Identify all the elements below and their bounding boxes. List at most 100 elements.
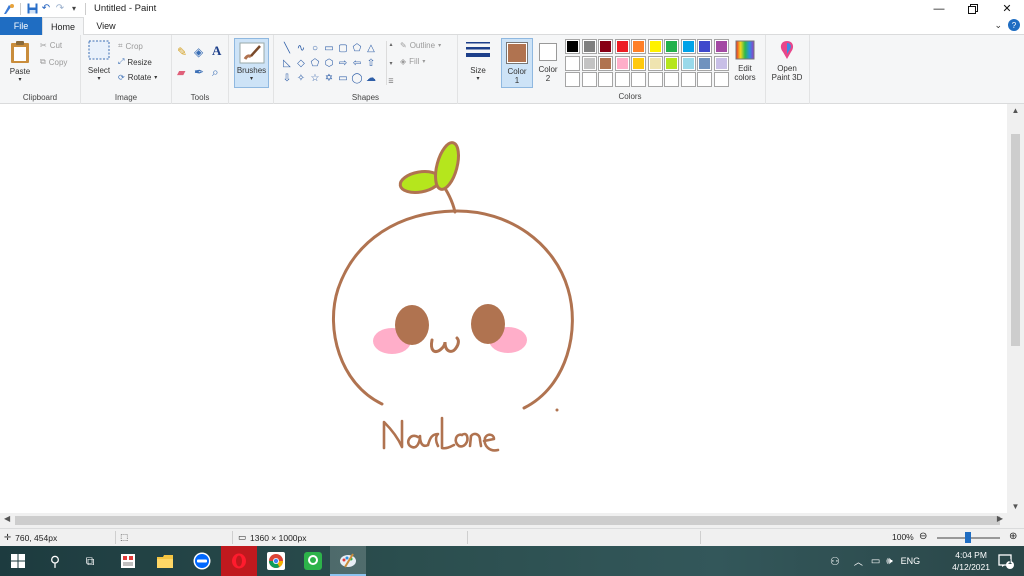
gallery-expand-icon[interactable]: ☰ — [388, 78, 393, 85]
task-view-button[interactable]: ⧉ — [72, 546, 108, 576]
color2-button[interactable]: Color 2 — [536, 38, 560, 88]
callout-cloud-shape-icon[interactable]: ☁ — [364, 71, 378, 86]
color-swatch[interactable] — [631, 55, 646, 71]
color-swatch[interactable] — [565, 72, 580, 87]
callout-rect-shape-icon[interactable]: ▭ — [336, 71, 350, 86]
color-swatch[interactable] — [697, 55, 712, 71]
color-picker-icon[interactable]: ✒ — [194, 65, 204, 79]
scroll-down-icon[interactable]: ▼ — [1007, 502, 1024, 511]
minimize-icon[interactable]: — — [922, 0, 956, 17]
action-center-button[interactable]: 1 — [988, 546, 1024, 576]
scroll-right-icon[interactable]: ▶ — [997, 514, 1003, 523]
color-swatch[interactable] — [614, 55, 630, 71]
color-swatch[interactable] — [598, 39, 613, 54]
left-arrow-shape-icon[interactable]: ⇦ — [350, 56, 364, 71]
clock[interactable]: 4:04 PM 4/12/2021 — [952, 549, 990, 573]
color-swatch[interactable] — [713, 72, 729, 87]
color-swatch[interactable] — [713, 55, 729, 71]
shapes-scroll[interactable]: ▴ ▾ ☰ — [386, 41, 395, 85]
diamond-shape-icon[interactable]: ◇ — [294, 56, 308, 71]
size-button[interactable]: Size ▾ — [462, 40, 494, 82]
save-icon[interactable] — [25, 2, 39, 16]
start-button[interactable] — [0, 546, 36, 576]
canvas-area[interactable] — [0, 104, 1007, 513]
curve-shape-icon[interactable]: ∿ — [294, 41, 308, 56]
color-swatch[interactable] — [631, 72, 646, 87]
hexagon-shape-icon[interactable]: ⬡ — [322, 56, 336, 71]
rounded-rectangle-shape-icon[interactable]: ▢ — [336, 41, 350, 56]
search-button[interactable]: ⚲ — [37, 546, 73, 576]
magnifier-icon[interactable]: ⌕ — [212, 65, 219, 80]
color-swatch[interactable] — [614, 72, 630, 87]
taskbar-zalo[interactable] — [184, 546, 220, 576]
zoom-slider-thumb[interactable] — [965, 532, 971, 543]
color-swatch[interactable] — [581, 39, 597, 54]
color-swatch[interactable] — [664, 39, 679, 54]
four-point-star-shape-icon[interactable]: ✧ — [294, 71, 308, 86]
zoom-in-icon[interactable]: ⊕ — [1009, 531, 1017, 542]
cut-button[interactable]: ✂ Cut — [40, 41, 62, 50]
taskbar-app-1[interactable] — [110, 546, 146, 576]
callout-oval-shape-icon[interactable]: ◯ — [350, 71, 364, 86]
scroll-up-icon[interactable]: ▲ — [1007, 106, 1024, 115]
polygon-shape-icon[interactable]: ⬠ — [350, 41, 364, 56]
chevron-down-icon[interactable]: ▾ — [389, 60, 392, 67]
eraser-icon[interactable]: ▰ — [177, 66, 185, 79]
taskbar-chat-app[interactable] — [295, 546, 331, 576]
oval-shape-icon[interactable]: ○ — [308, 41, 322, 56]
tab-home[interactable]: Home — [42, 17, 84, 36]
undo-icon[interactable]: ↶ — [39, 2, 53, 16]
paste-button[interactable]: Paste ▾ — [6, 40, 34, 83]
customize-qa-icon[interactable]: ▾ — [67, 2, 81, 16]
color-swatch[interactable] — [697, 39, 712, 54]
taskbar-chrome[interactable] — [258, 546, 294, 576]
help-icon[interactable]: ? — [1008, 19, 1020, 31]
resize-button[interactable]: ⤢ Resize — [118, 57, 152, 67]
taskbar-opera[interactable] — [221, 546, 257, 576]
restore-icon[interactable] — [956, 0, 990, 17]
chevron-up-icon[interactable]: ▴ — [389, 41, 392, 48]
six-point-star-shape-icon[interactable]: ✡ — [322, 71, 336, 86]
horizontal-scrollbar[interactable]: ◀ ▶ — [0, 513, 1007, 528]
color-swatch[interactable] — [697, 72, 712, 87]
color-swatch[interactable] — [680, 72, 696, 87]
vertical-scrollbar[interactable]: ▲ ▼ — [1007, 104, 1024, 513]
rectangle-shape-icon[interactable]: ▭ — [322, 41, 336, 56]
up-arrow-shape-icon[interactable]: ⇧ — [364, 56, 378, 71]
vertical-scroll-thumb[interactable] — [1011, 134, 1020, 346]
color-swatch[interactable] — [565, 55, 580, 71]
line-shape-icon[interactable]: ╲ — [280, 41, 294, 56]
language-indicator[interactable]: ENG — [901, 556, 921, 566]
fill-bucket-icon[interactable]: ◈ — [194, 45, 203, 59]
outline-button[interactable]: ✎ Outline ▾ — [400, 41, 441, 50]
collapse-ribbon-icon[interactable]: ⌄ — [994, 20, 1002, 31]
tab-view[interactable]: View — [86, 17, 126, 35]
color-swatch[interactable] — [664, 72, 679, 87]
color-swatch[interactable] — [680, 39, 696, 54]
color-swatch[interactable] — [680, 55, 696, 71]
scroll-left-icon[interactable]: ◀ — [4, 514, 10, 523]
crop-button[interactable]: ⌗ Crop — [118, 41, 143, 51]
color-swatch[interactable] — [565, 39, 580, 54]
redo-icon[interactable]: ↷ — [53, 2, 67, 16]
color-swatch[interactable] — [581, 72, 597, 87]
volume-icon[interactable]: 🕪 — [886, 556, 892, 567]
color1-button[interactable]: Color 1 — [501, 38, 533, 88]
right-triangle-shape-icon[interactable]: ◺ — [280, 56, 294, 71]
color-swatch[interactable] — [647, 55, 663, 71]
drawing-canvas[interactable] — [0, 104, 1007, 513]
open-paint3d-button[interactable]: Open Paint 3D — [768, 40, 806, 82]
brushes-button[interactable]: Brushes ▾ — [234, 38, 269, 88]
taskbar-paint[interactable] — [330, 546, 366, 576]
down-arrow-shape-icon[interactable]: ⇩ — [280, 71, 294, 86]
horizontal-scroll-thumb[interactable] — [15, 516, 1000, 525]
color-swatch[interactable] — [598, 72, 613, 87]
pencil-icon[interactable]: ✎ — [177, 45, 187, 59]
color-swatch[interactable] — [581, 55, 597, 71]
copy-button[interactable]: ⧉ Copy — [40, 57, 67, 67]
color-swatch[interactable] — [631, 39, 646, 54]
select-button[interactable]: Select ▾ — [86, 40, 112, 82]
battery-icon[interactable]: ▭ — [871, 556, 880, 567]
pentagon-shape-icon[interactable]: ⬠ — [308, 56, 322, 71]
rotate-button[interactable]: ⟳ Rotate ▾ — [118, 73, 157, 82]
